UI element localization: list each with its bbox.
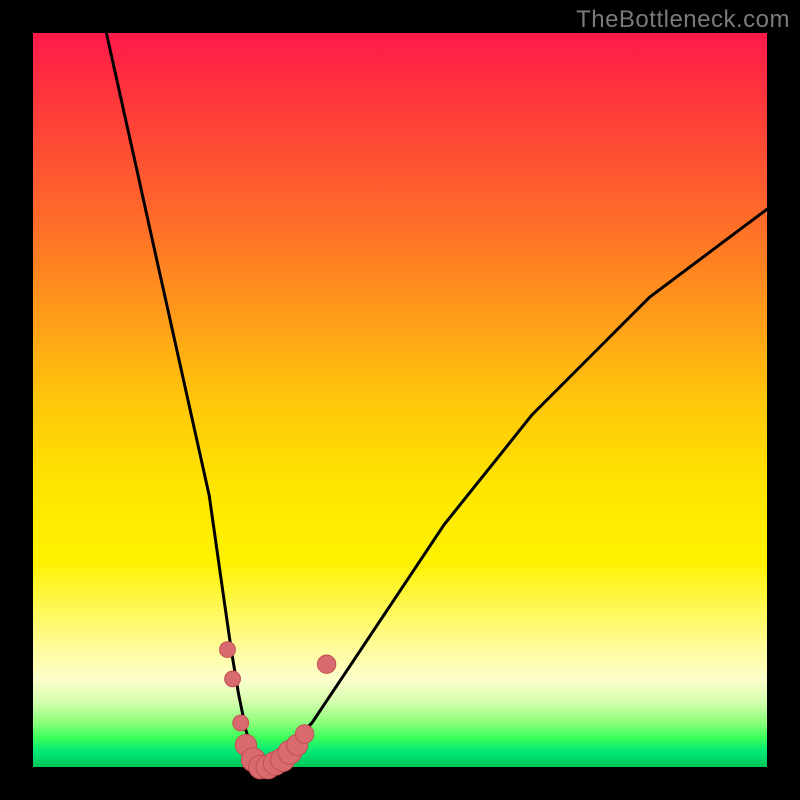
curve-marker xyxy=(295,725,313,743)
curve-marker xyxy=(317,655,335,673)
curve-marker xyxy=(225,671,241,687)
chart-frame: TheBottleneck.com xyxy=(0,0,800,800)
bottleneck-curve xyxy=(106,33,767,767)
curve-marker xyxy=(220,642,236,658)
curve-markers xyxy=(220,642,336,779)
watermark-text: TheBottleneck.com xyxy=(576,6,790,34)
curve-marker xyxy=(233,715,249,731)
chart-svg xyxy=(33,33,767,767)
plot-area xyxy=(33,33,767,767)
